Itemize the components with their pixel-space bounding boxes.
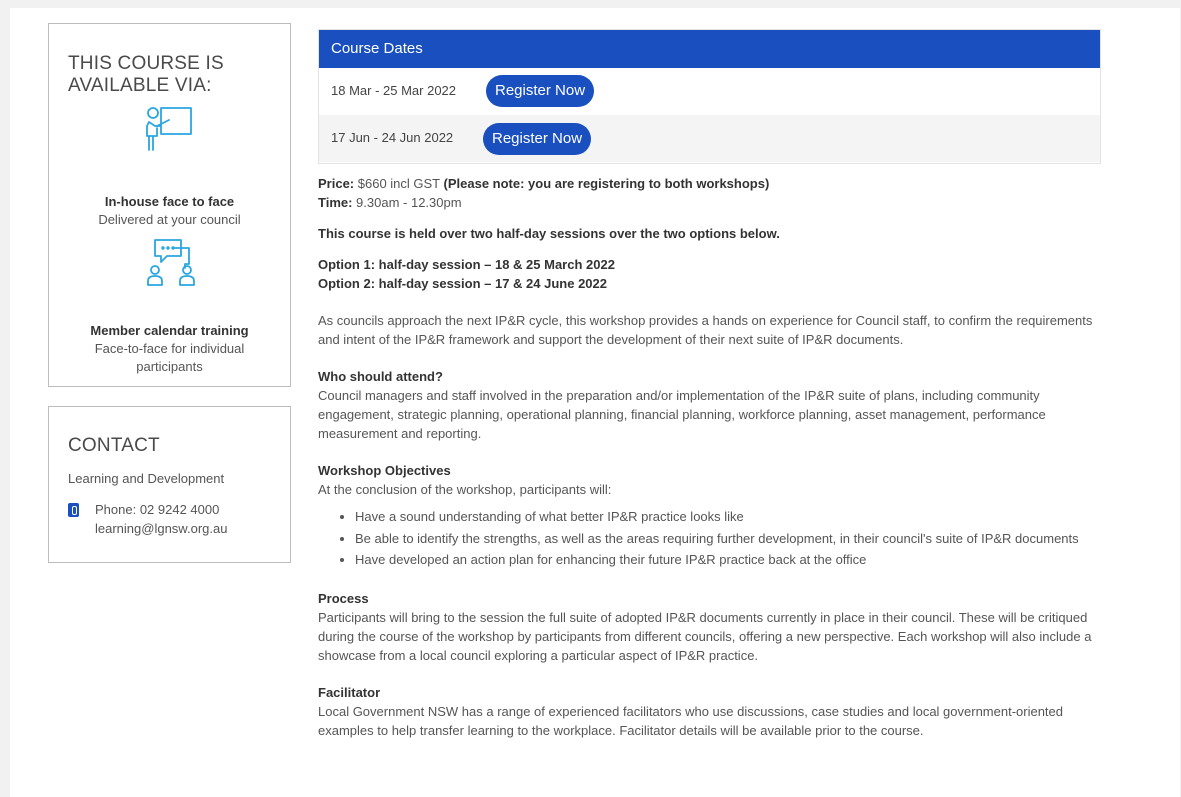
option-title: In-house face to face (104, 194, 235, 209)
price-line: Price: $660 incl GST (Please note: you a… (318, 174, 1108, 193)
option-member-calendar: Member calendar training Face-to-face fo… (49, 322, 290, 376)
option-1-text: Option 1: half-day session – 18 & 25 Mar… (318, 257, 615, 272)
time-label: Time: (318, 195, 353, 210)
process-heading: Process (318, 590, 369, 606)
course-dates-table: Course Dates 18 Mar - 25 Mar 2022 Regist… (318, 29, 1101, 164)
price-value: $660 incl GST (354, 176, 444, 191)
course-dates-heading: Course Dates (319, 30, 1100, 68)
contact-email[interactable]: learning@lgnsw.org.au (95, 521, 227, 536)
who-heading: Who should attend? (318, 369, 443, 384)
contact-title: CONTACT (68, 435, 160, 456)
time-line: Time: 9.30am - 12.30pm (318, 193, 1108, 212)
who-text: Council managers and staff involved in t… (318, 388, 1046, 441)
presenter-icon (139, 104, 203, 158)
register-now-button[interactable]: Register Now (486, 75, 595, 107)
facilitator-heading: Facilitator (318, 684, 381, 700)
availability-card: THIS COURSE IS AVAILABLE VIA: In-house f… (48, 23, 291, 387)
contact-phone[interactable]: Phone: 02 9242 4000 (95, 502, 219, 517)
option-2-text: Option 2: half-day session – 17 & 24 Jun… (318, 276, 607, 291)
objectives-intro: At the conclusion of the workshop, parti… (318, 482, 612, 497)
time-value: 9.30am - 12.30pm (352, 195, 462, 210)
held-over-text: This course is held over two half-day se… (318, 226, 780, 241)
option-inhouse: In-house face to face Delivered at your … (49, 193, 290, 229)
availability-title: THIS COURSE IS AVAILABLE VIA: (68, 53, 224, 96)
list-item: Have developed an action plan for enhanc… (340, 549, 1108, 571)
contact-department: Learning and Development (68, 471, 225, 486)
course-details: Price: $660 incl GST (Please note: you a… (318, 174, 1108, 740)
option-subtitle: Delivered at your council (98, 212, 241, 227)
objectives-heading: Workshop Objectives (318, 463, 451, 478)
option-subtitle: Face-to-face for individual participants (94, 341, 245, 374)
list-item: Be able to identify the strengths, as we… (340, 528, 1108, 550)
price-label: Price: (318, 176, 355, 191)
intro-text: As councils approach the next IP&R cycle… (318, 313, 1093, 347)
course-date: 17 Jun - 24 Jun 2022 (331, 130, 454, 145)
facilitator-text: Local Government NSW has a range of expe… (318, 703, 1064, 738)
list-item: Have a sound understanding of what bette… (340, 506, 1108, 528)
objectives-list: Have a sound understanding of what bette… (318, 506, 1108, 571)
process-text: Participants will bring to the session t… (318, 609, 1092, 663)
page: THIS COURSE IS AVAILABLE VIA: In-house f… (10, 8, 1180, 797)
course-date: 18 Mar - 25 Mar 2022 (331, 83, 457, 98)
discussion-icon (139, 236, 203, 290)
contact-card: CONTACT Learning and Development Phone: … (48, 406, 291, 563)
register-now-button[interactable]: Register Now (483, 123, 592, 155)
date-row: 18 Mar - 25 Mar 2022 Register Now (319, 68, 1100, 115)
option-title: Member calendar training (90, 323, 249, 338)
phone-icon (68, 503, 79, 517)
date-row: 17 Jun - 24 Jun 2022 Register Now (319, 115, 1100, 162)
price-note: (Please note: you are registering to bot… (443, 176, 770, 191)
